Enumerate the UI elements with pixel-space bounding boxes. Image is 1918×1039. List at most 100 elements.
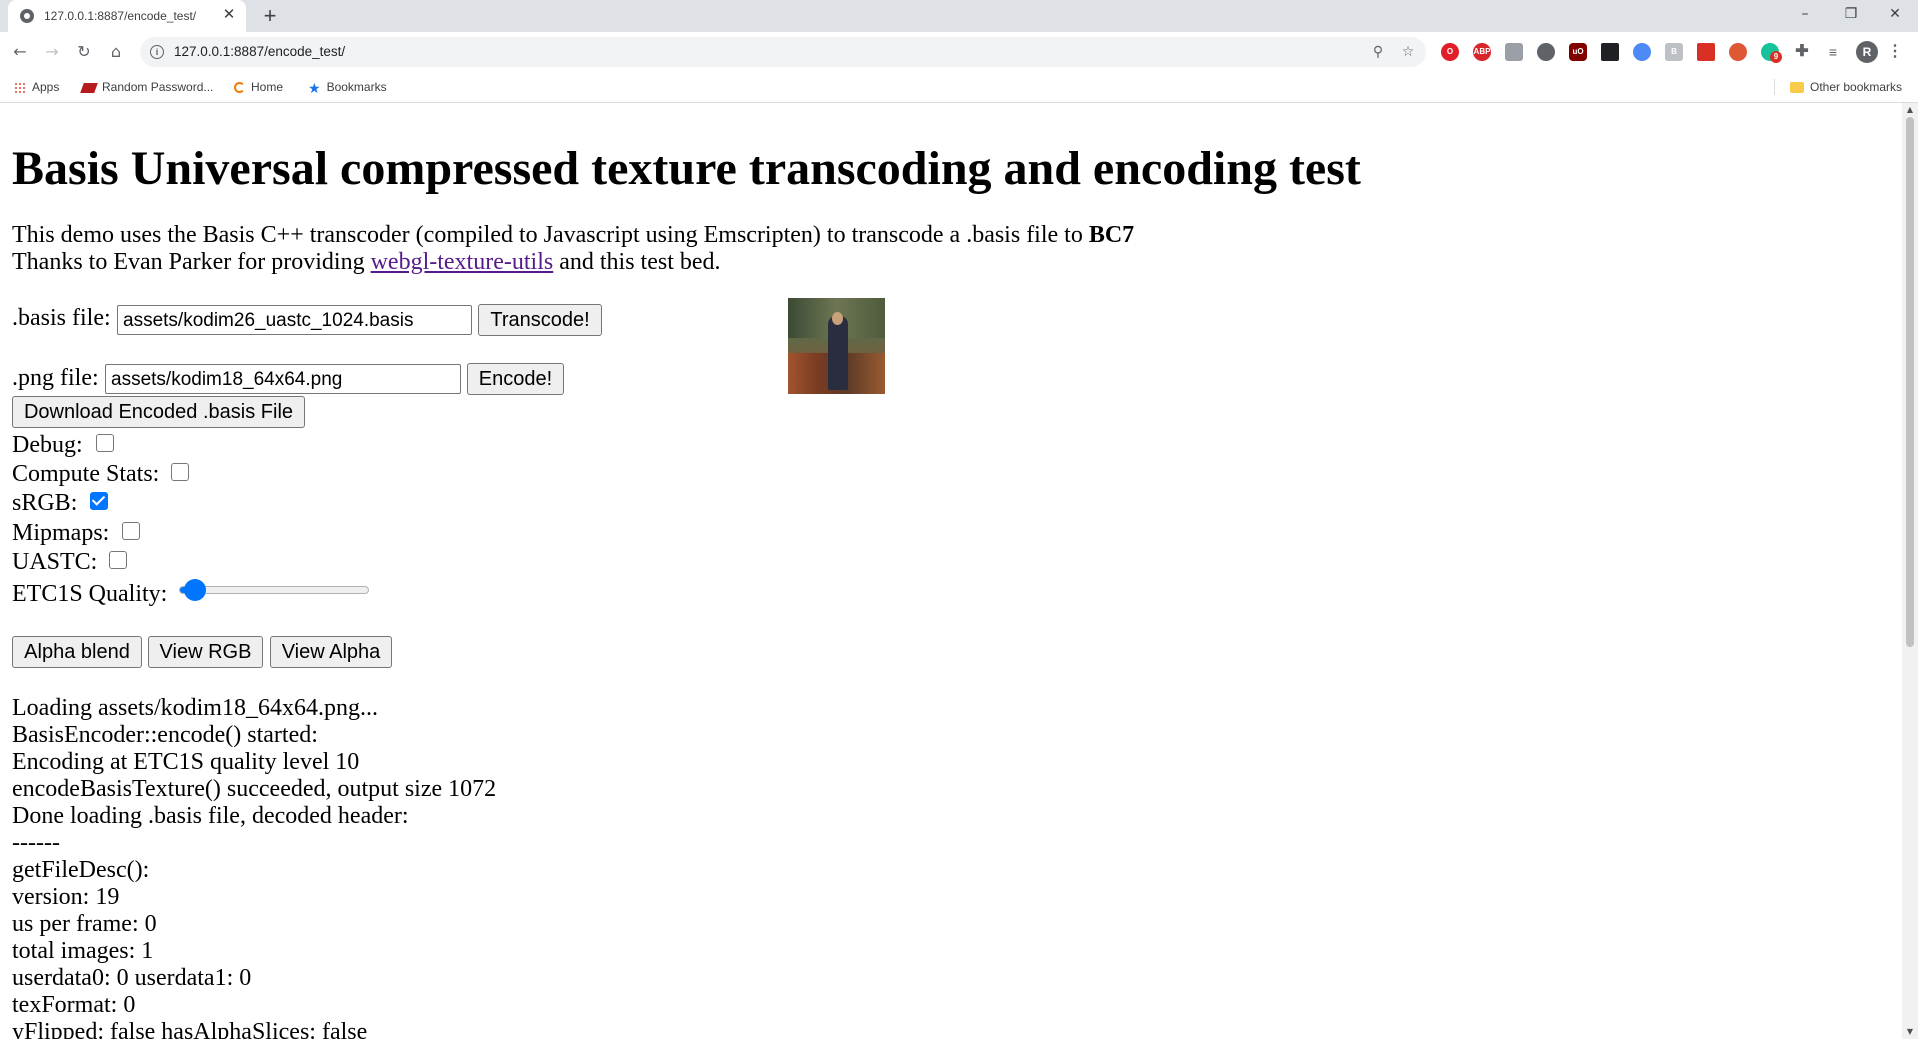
scroll-down-icon[interactable]: ▼ — [1902, 1025, 1918, 1039]
texture-preview-image — [788, 298, 885, 394]
close-tab-icon[interactable]: ✕ — [220, 6, 238, 24]
log-line: encodeBasisTexture() succeeded, output s… — [12, 776, 497, 802]
puzzle-icon[interactable]: ✚ — [1793, 43, 1811, 61]
log-line: us per frame: 0 — [12, 911, 157, 937]
zoom-icon[interactable]: ⚲ — [1368, 42, 1388, 62]
home-icon[interactable]: ⌂ — [104, 40, 128, 64]
compute-stats-label: Compute Stats: — [12, 461, 160, 487]
duckduckgo-icon[interactable] — [1729, 43, 1747, 61]
bookmark-label: Random Password... — [102, 80, 214, 94]
bookmark-random-password[interactable]: Random Password... — [80, 72, 214, 102]
tab-strip: 127.0.0.1:8887/encode_test/ ✕ + – ❐ ✕ — [0, 0, 1918, 32]
download-basis-button[interactable]: Download Encoded .basis File — [12, 396, 305, 428]
browser-tab[interactable]: 127.0.0.1:8887/encode_test/ ✕ — [8, 0, 246, 32]
intro-line1: This demo uses the Basis C++ transcoder … — [12, 222, 1089, 248]
log-line: version: 19 — [12, 884, 120, 910]
browser-toolbar: ← → ↻ ⌂ i 127.0.0.1:8887/encode_test/ ⚲ … — [0, 32, 1918, 72]
transcode-button[interactable]: Transcode! — [478, 304, 602, 336]
home-favicon-icon — [234, 82, 245, 94]
tab-title: 127.0.0.1:8887/encode_test/ — [44, 9, 197, 23]
scrollbar-thumb[interactable] — [1906, 117, 1914, 647]
opera-icon[interactable]: O — [1441, 43, 1459, 61]
log-line: total images: 1 — [12, 938, 154, 964]
etc1s-quality-label: ETC1S Quality: — [12, 581, 168, 607]
debug-label: Debug: — [12, 432, 83, 458]
info-icon[interactable]: i — [150, 45, 164, 59]
back-icon[interactable]: ← — [8, 40, 32, 64]
divider — [1774, 79, 1775, 95]
log-line: userdata0: 0 userdata1: 0 — [12, 965, 252, 991]
png-file-label: .png file: — [12, 365, 99, 391]
intro-line2-prefix: Thanks to Evan Parker for providing — [12, 249, 371, 275]
avatar[interactable]: R — [1856, 41, 1878, 63]
bookmark-favicon-icon — [80, 82, 98, 93]
etc1s-quality-slider[interactable] — [179, 586, 369, 594]
restore-button[interactable]: ❐ — [1828, 0, 1874, 30]
bookmark-label: Home — [251, 80, 284, 94]
srgb-checkbox[interactable] — [90, 492, 108, 510]
log-line: ------ — [12, 830, 60, 856]
intro-text: This demo uses the Basis C++ transcoder … — [12, 222, 1134, 276]
extension-icon[interactable] — [1505, 43, 1523, 61]
srgb-label: sRGB: — [12, 490, 78, 516]
log-line: BasisEncoder::encode() started: — [12, 722, 318, 748]
encode-button[interactable]: Encode! — [467, 363, 564, 395]
mipmaps-checkbox[interactable] — [122, 522, 140, 540]
new-tab-button[interactable]: + — [258, 4, 282, 28]
circle-icon[interactable] — [1537, 43, 1555, 61]
other-bookmarks-label: Other bookmarks — [1810, 80, 1903, 94]
log-line: getFileDesc(): — [12, 857, 150, 883]
folder-icon — [1790, 82, 1804, 94]
view-rgb-button[interactable]: View RGB — [148, 636, 263, 668]
view-alpha-button[interactable]: View Alpha — [270, 636, 392, 668]
debug-checkbox[interactable] — [96, 434, 114, 452]
edge-icon[interactable] — [1633, 43, 1651, 61]
uastc-checkbox[interactable] — [109, 551, 127, 569]
log-line: yFlipped: false hasAlphaSlices: false — [12, 1019, 368, 1039]
b-icon[interactable]: B — [1665, 43, 1683, 61]
uastc-label: UASTC: — [12, 549, 98, 575]
globe-icon — [20, 9, 34, 23]
png-file-input[interactable]: assets/kodim18_64x64.png — [105, 364, 461, 394]
page-scrollbar[interactable]: ▲ ▼ — [1902, 103, 1918, 1039]
adblock-icon[interactable]: ABP — [1473, 43, 1491, 61]
apps-icon — [14, 81, 26, 94]
log-line: texFormat: 0 — [12, 992, 136, 1018]
webgl-texture-utils-link[interactable]: webgl-texture-utils — [371, 249, 554, 275]
target-format: BC7 — [1088, 222, 1135, 248]
star-icon[interactable]: ☆ — [1398, 42, 1418, 62]
address-bar[interactable]: i 127.0.0.1:8887/encode_test/ ⚲ ☆ — [140, 37, 1426, 67]
page-title: Basis Universal compressed texture trans… — [12, 142, 1361, 195]
minimize-button[interactable]: – — [1782, 0, 1828, 30]
playlist-icon[interactable]: ≡ — [1824, 43, 1842, 61]
log-line: Encoding at ETC1S quality level 10 — [12, 749, 360, 775]
basis-file-input[interactable]: assets/kodim26_uastc_1024.basis — [117, 305, 472, 335]
bookmark-label: Bookmarks — [326, 80, 387, 94]
bookmark-label: Apps — [32, 80, 60, 94]
slider-thumb[interactable] — [184, 579, 207, 601]
other-bookmarks[interactable]: Other bookmarks — [1790, 72, 1902, 102]
bookmark-apps[interactable]: Apps — [14, 72, 59, 102]
bookmark-home[interactable]: Home — [234, 72, 283, 102]
bookmark-bookmarks[interactable]: ★ Bookmarks — [308, 72, 387, 102]
ublock-icon[interactable]: uO — [1569, 43, 1587, 61]
stack-icon[interactable] — [1601, 43, 1619, 61]
grammarly-badge: 9 — [1770, 51, 1782, 63]
basis-file-label: .basis file: — [12, 305, 111, 331]
star-icon: ★ — [308, 79, 321, 96]
intro-line2-suffix: and this test bed. — [553, 249, 721, 275]
url-text[interactable]: 127.0.0.1:8887/encode_test/ — [174, 44, 345, 59]
pdf-icon[interactable] — [1697, 43, 1715, 61]
forward-icon[interactable]: → — [40, 40, 64, 64]
reload-icon[interactable]: ↻ — [72, 40, 96, 64]
alpha-blend-button[interactable]: Alpha blend — [12, 636, 142, 668]
scroll-up-icon[interactable]: ▲ — [1902, 103, 1918, 117]
log-line: Done loading .basis file, decoded header… — [12, 803, 409, 829]
compute-stats-checkbox[interactable] — [171, 463, 189, 481]
log-line: Loading assets/kodim18_64x64.png... — [12, 695, 378, 721]
log-output: Loading assets/kodim18_64x64.png... Basi… — [12, 695, 496, 1039]
window-close-button[interactable]: ✕ — [1872, 0, 1918, 30]
menu-icon[interactable]: ⋮ — [1886, 43, 1904, 61]
grammarly-icon[interactable]: 9 — [1761, 43, 1782, 63]
mipmaps-label: Mipmaps: — [12, 520, 110, 546]
